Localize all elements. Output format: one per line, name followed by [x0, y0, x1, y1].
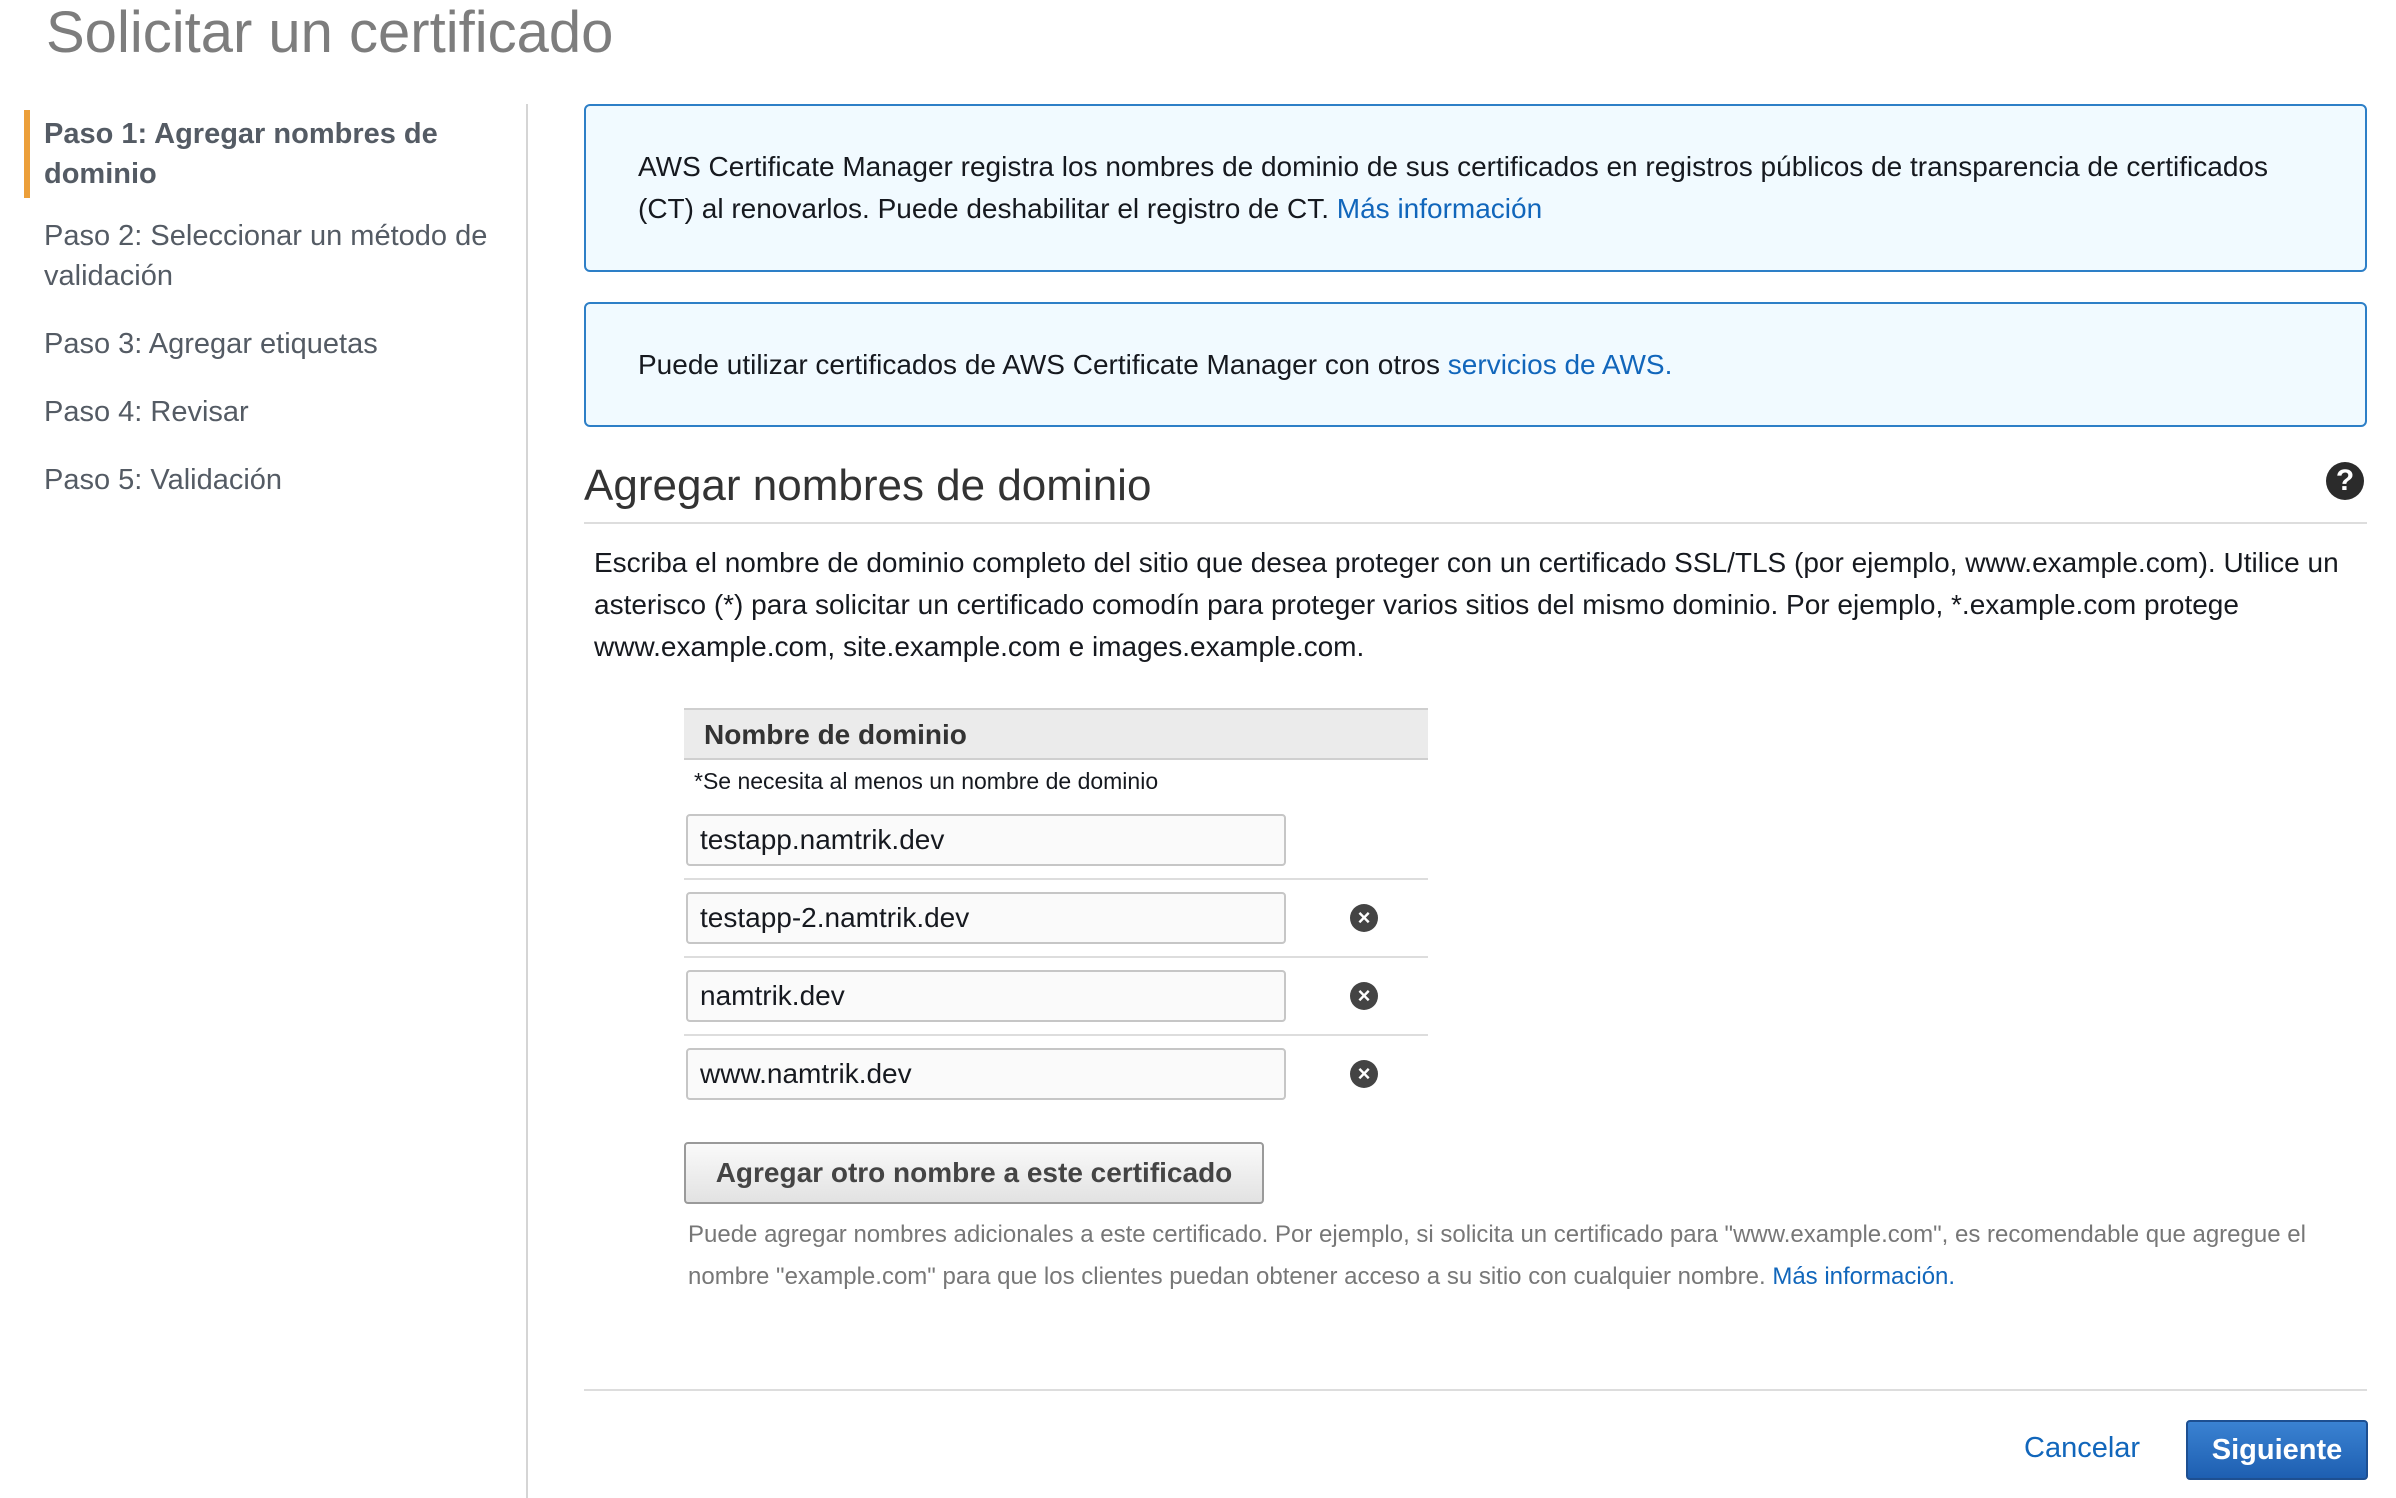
domain-input[interactable] [686, 1048, 1286, 1100]
footer-divider [584, 1389, 2367, 1391]
domain-row: × [684, 956, 1428, 1036]
step-5-validation[interactable]: Paso 5: Validación [24, 456, 524, 504]
page-title: Solicitar un certificado [46, 0, 614, 65]
cancel-link[interactable]: Cancelar [2024, 1428, 2140, 1468]
aws-services-info-text: Puede utilizar certificados de AWS Certi… [638, 349, 1448, 380]
next-button[interactable]: Siguiente [2186, 1420, 2368, 1480]
domain-input[interactable] [686, 970, 1286, 1022]
add-domain-name-button[interactable]: Agregar otro nombre a este certificado [684, 1142, 1264, 1204]
domain-input[interactable] [686, 814, 1286, 866]
section-title: Agregar nombres de dominio [584, 461, 1152, 510]
aws-services-info-box: Puede utilizar certificados de AWS Certi… [584, 302, 2367, 427]
hint-text: Puede agregar nombres adicionales a este… [688, 1221, 2306, 1290]
x-circle-icon[interactable]: × [1350, 1060, 1378, 1088]
sidebar-divider [526, 104, 528, 1498]
domain-row: × [684, 878, 1428, 958]
domain-input[interactable] [686, 892, 1286, 944]
step-3-tags[interactable]: Paso 3: Agregar etiquetas [24, 320, 524, 368]
additional-names-hint: Puede agregar nombres adicionales a este… [688, 1214, 2368, 1298]
hint-more-info-link[interactable]: Más información. [1772, 1263, 1955, 1290]
domain-table-header: Nombre de dominio [684, 708, 1428, 760]
step-2-validation-method[interactable]: Paso 2: Seleccionar un método de validac… [24, 212, 524, 300]
required-note: *Se necesita al menos un nombre de domin… [694, 768, 1159, 794]
x-circle-icon[interactable]: × [1350, 982, 1378, 1010]
step-1-domain-names[interactable]: Paso 1: Agregar nombres de dominio [24, 110, 524, 198]
question-circle-icon[interactable]: ? [2326, 462, 2364, 500]
wizard-steps-nav: Paso 1: Agregar nombres de dominio Paso … [24, 110, 524, 524]
step-4-review[interactable]: Paso 4: Revisar [24, 388, 524, 436]
x-circle-icon[interactable]: × [1350, 904, 1378, 932]
aws-services-link[interactable]: servicios de AWS. [1448, 349, 1673, 380]
section-description: Escriba el nombre de dominio completo de… [594, 547, 2339, 662]
section-divider [584, 522, 2367, 524]
ct-more-info-link[interactable]: Más información [1337, 193, 1542, 224]
domain-row: × [684, 1034, 1428, 1114]
ct-logging-info-box: AWS Certificate Manager registra los nom… [584, 104, 2367, 272]
